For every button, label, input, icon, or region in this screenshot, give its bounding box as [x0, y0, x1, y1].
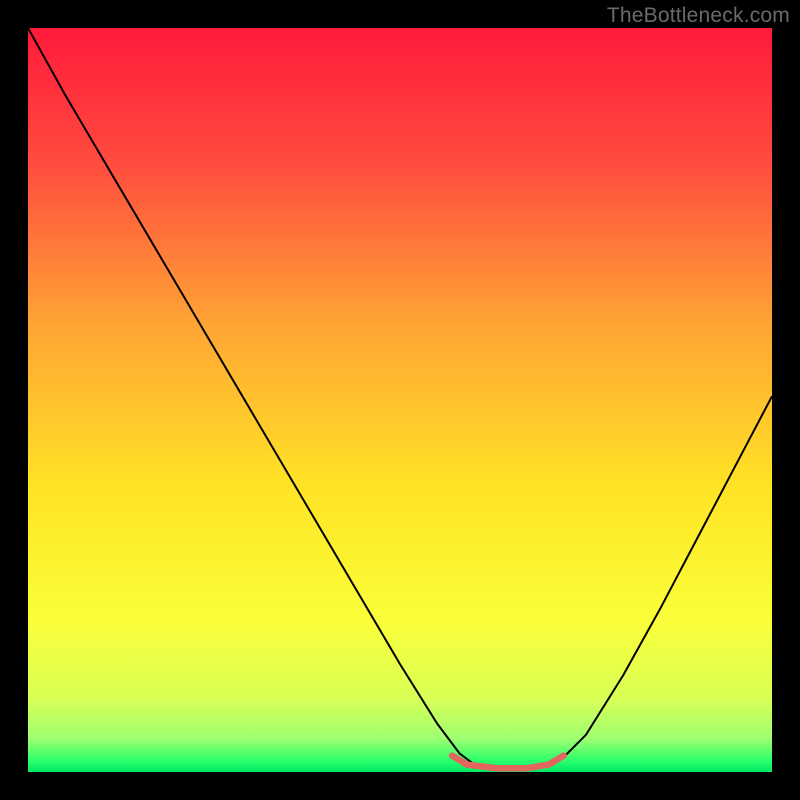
watermark-text: TheBottleneck.com — [607, 4, 790, 28]
chart-frame — [28, 28, 772, 772]
chart-svg — [28, 28, 772, 772]
heat-background — [28, 28, 772, 772]
